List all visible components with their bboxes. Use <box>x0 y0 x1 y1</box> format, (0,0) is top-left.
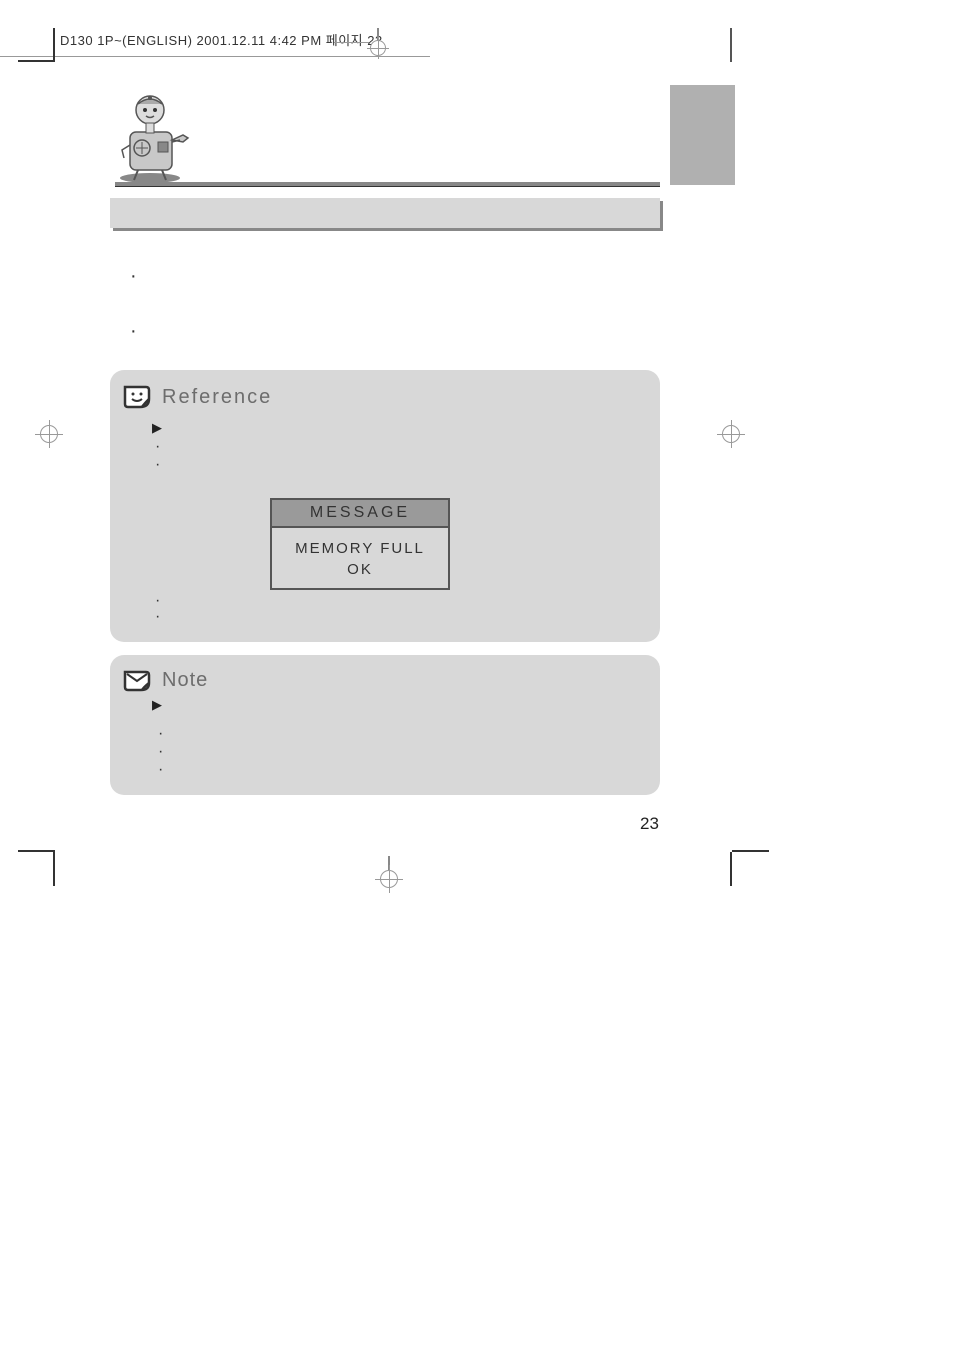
reference-pointer-icon: ▶ <box>152 420 162 436</box>
body-bullet-1: · <box>130 265 137 288</box>
header-underline <box>0 56 430 57</box>
message-dialog: MESSAGE MEMORY FULL OK <box>270 498 450 590</box>
page-header-text: D130 1P~(ENGLISH) 2001.12.11 4:42 PM 페이지… <box>60 30 383 49</box>
reference-bullet-1: · <box>155 438 160 456</box>
header-underline-partial <box>334 42 369 43</box>
reference-bullet-4: · <box>155 608 160 626</box>
register-mark-right <box>722 425 740 443</box>
mascot-illustration <box>108 90 198 185</box>
crop-mark-tl-v <box>53 28 55 62</box>
crop-mark-br-v <box>730 852 732 886</box>
message-dialog-header: MESSAGE <box>272 500 448 528</box>
message-line-1: MEMORY FULL <box>272 538 448 559</box>
section-rule <box>115 182 660 187</box>
message-dialog-body: MEMORY FULL OK <box>272 528 448 588</box>
crop-mark-tr <box>730 28 732 62</box>
page-number: 23 <box>640 814 659 834</box>
crop-mark-br-h <box>732 850 769 852</box>
crop-mark-bl-h <box>18 850 55 852</box>
section-title-bar <box>110 198 660 228</box>
crop-mark-bl-v <box>53 852 55 886</box>
reference-panel: Reference ▶ · · MESSAGE MEMORY FULL OK ·… <box>110 370 660 642</box>
note-bullet-2: · <box>158 743 163 761</box>
smiley-note-icon <box>122 384 152 410</box>
note-bullet-1: · <box>158 725 163 743</box>
register-mark-bottom <box>380 870 398 888</box>
register-mark-top <box>370 40 386 56</box>
note-panel: Note ▶ · · · <box>110 655 660 795</box>
message-line-2: OK <box>272 559 448 580</box>
reference-title: Reference <box>162 386 272 409</box>
crop-mark-tl-h <box>18 60 55 62</box>
note-header: Note <box>110 655 660 693</box>
note-bullet-3: · <box>158 761 163 779</box>
page-tab <box>670 85 735 185</box>
reference-bullet-2: · <box>155 456 160 474</box>
register-mark-left <box>40 425 58 443</box>
body-bullet-2: · <box>130 320 137 343</box>
note-pointer-icon: ▶ <box>152 697 162 713</box>
envelope-note-icon <box>122 667 152 693</box>
reference-header: Reference <box>110 370 660 410</box>
note-title: Note <box>162 669 208 692</box>
